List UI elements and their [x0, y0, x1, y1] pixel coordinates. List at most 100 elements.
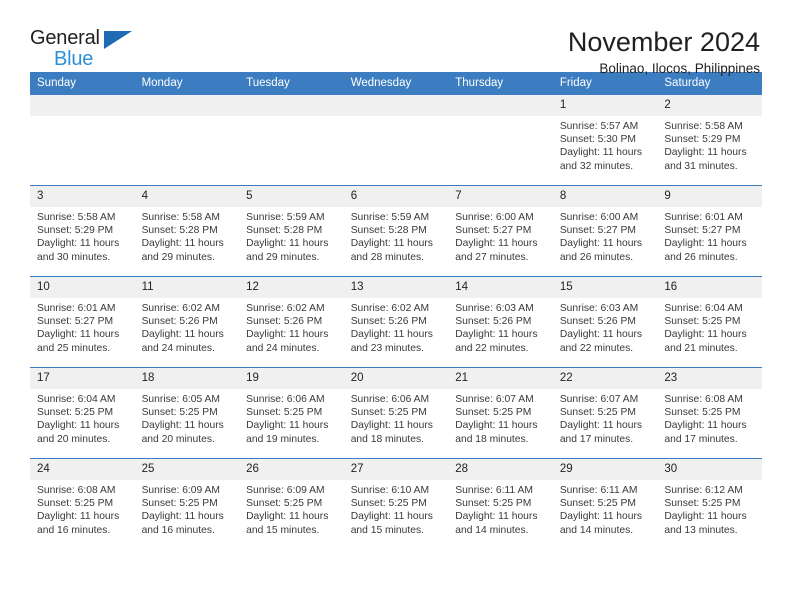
calendar-day-empty	[239, 95, 344, 185]
sunset-text: Sunset: 5:30 PM	[559, 134, 636, 146]
calendar-day[interactable]: 27 Sunrise: 6:10 AM Sunset: 5:25 PM Dayligh…	[343, 459, 449, 549]
calendar-day[interactable]: 22 Sunrise: 6:07 AM Sunset: 5:25 PM Dayligh…	[552, 368, 658, 458]
calendar-day[interactable]: 18 Sunrise: 6:05 AM Sunset: 5:25 PM Dayligh…	[134, 368, 240, 458]
calendar-day[interactable]: 1 Sunrise: 5:57 AM Sunset: 5:30 PM Daylight…	[552, 95, 658, 185]
calendar-cell[interactable]: 1 Sunrise: 5:57 AM Sunset: 5:30 PM Daylight…	[552, 95, 658, 186]
calendar-cell[interactable]	[343, 95, 449, 186]
calendar-day[interactable]: 7 Sunrise: 6:00 AM Sunset: 5:27 PM Daylight…	[448, 186, 553, 276]
calendar-day[interactable]: 15 Sunrise: 6:03 AM Sunset: 5:26 PM Dayligh…	[552, 277, 658, 367]
calendar-day[interactable]: 28 Sunrise: 6:11 AM Sunset: 5:25 PM Dayligh…	[448, 459, 553, 549]
day-number: 20	[343, 368, 449, 389]
calendar-cell[interactable]: 14 Sunrise: 6:03 AM Sunset: 5:26 PM Dayligh…	[448, 276, 553, 368]
calendar-day[interactable]: 4 Sunrise: 5:58 AM Sunset: 5:28 PM Daylight…	[134, 186, 240, 276]
calendar-cell[interactable]: 19 Sunrise: 6:06 AM Sunset: 5:25 PM Dayligh…	[239, 367, 344, 459]
daylight-text-line2: and 16 minutes.	[141, 524, 215, 536]
calendar-cell[interactable]: 30 Sunrise: 6:12 AM Sunset: 5:25 PM Dayligh…	[657, 458, 762, 549]
sunset-text: Sunset: 5:29 PM	[664, 134, 741, 146]
sun-info: Sunrise: 6:00 AM Sunset: 5:27 PM Daylight:…	[448, 207, 553, 264]
calendar-day[interactable]: 17 Sunrise: 6:04 AM Sunset: 5:25 PM Dayligh…	[30, 368, 135, 458]
calendar-day[interactable]: 30 Sunrise: 6:12 AM Sunset: 5:25 PM Dayligh…	[657, 459, 762, 549]
calendar-day[interactable]: 12 Sunrise: 6:02 AM Sunset: 5:26 PM Dayligh…	[239, 277, 344, 367]
calendar-cell[interactable]: 12 Sunrise: 6:02 AM Sunset: 5:26 PM Dayligh…	[239, 276, 344, 368]
calendar-day[interactable]: 24 Sunrise: 6:08 AM Sunset: 5:25 PM Dayligh…	[30, 459, 135, 549]
calendar-day[interactable]: 9 Sunrise: 6:01 AM Sunset: 5:27 PM Daylight…	[657, 186, 762, 276]
calendar-cell[interactable]: 15 Sunrise: 6:03 AM Sunset: 5:26 PM Dayligh…	[552, 276, 658, 368]
sunrise-text: Sunrise: 6:11 AM	[455, 485, 533, 496]
calendar-cell[interactable]: 18 Sunrise: 6:05 AM Sunset: 5:25 PM Dayligh…	[134, 367, 240, 459]
daylight-text-line1: Daylight: 11 hours	[246, 511, 329, 523]
calendar-cell[interactable]: 27 Sunrise: 6:10 AM Sunset: 5:25 PM Dayligh…	[343, 458, 449, 549]
calendar-day[interactable]: 3 Sunrise: 5:58 AM Sunset: 5:29 PM Daylight…	[30, 186, 135, 276]
calendar-day[interactable]: 6 Sunrise: 5:59 AM Sunset: 5:28 PM Daylight…	[343, 186, 449, 276]
calendar-day[interactable]: 8 Sunrise: 6:00 AM Sunset: 5:27 PM Daylight…	[552, 186, 658, 276]
sunrise-text: Sunrise: 6:02 AM	[141, 303, 220, 314]
title-block: November 2024 Bolinao, Ilocos, Philippin…	[568, 26, 762, 80]
calendar-cell[interactable]: 8 Sunrise: 6:00 AM Sunset: 5:27 PM Daylight…	[552, 185, 658, 277]
sunset-text: Sunset: 5:26 PM	[246, 316, 323, 328]
calendar-cell[interactable]: 5 Sunrise: 5:59 AM Sunset: 5:28 PM Daylight…	[239, 185, 344, 277]
calendar-cell[interactable]: 16 Sunrise: 6:04 AM Sunset: 5:25 PM Dayligh…	[657, 276, 762, 368]
calendar-cell[interactable]: 21 Sunrise: 6:07 AM Sunset: 5:25 PM Dayligh…	[448, 367, 553, 459]
calendar-cell[interactable]: 13 Sunrise: 6:02 AM Sunset: 5:26 PM Dayligh…	[343, 276, 449, 368]
calendar-cell[interactable]: 29 Sunrise: 6:11 AM Sunset: 5:25 PM Dayligh…	[552, 458, 658, 549]
calendar-cell[interactable]	[30, 95, 135, 186]
sunset-text: Sunset: 5:27 PM	[664, 225, 741, 237]
daylight-text-line1: Daylight: 11 hours	[246, 329, 329, 341]
daylight-text-line2: and 21 minutes.	[664, 342, 738, 354]
calendar-day[interactable]: 21 Sunrise: 6:07 AM Sunset: 5:25 PM Dayligh…	[448, 368, 553, 458]
calendar-cell[interactable]: 20 Sunrise: 6:06 AM Sunset: 5:25 PM Dayligh…	[343, 367, 449, 459]
calendar-cell[interactable]: 25 Sunrise: 6:09 AM Sunset: 5:25 PM Dayligh…	[134, 458, 240, 549]
calendar-day[interactable]: 29 Sunrise: 6:11 AM Sunset: 5:25 PM Dayligh…	[552, 459, 658, 549]
calendar-cell[interactable]	[448, 95, 553, 186]
calendar-cell[interactable]: 24 Sunrise: 6:08 AM Sunset: 5:25 PM Dayligh…	[30, 458, 135, 549]
day-number: 28	[448, 459, 553, 480]
calendar-cell[interactable]: 9 Sunrise: 6:01 AM Sunset: 5:27 PM Daylight…	[657, 185, 762, 277]
calendar-day[interactable]: 14 Sunrise: 6:03 AM Sunset: 5:26 PM Dayligh…	[448, 277, 553, 367]
calendar-day[interactable]: 26 Sunrise: 6:09 AM Sunset: 5:25 PM Dayligh…	[239, 459, 344, 549]
calendar-day[interactable]: 2 Sunrise: 5:58 AM Sunset: 5:29 PM Daylight…	[657, 95, 762, 185]
sunrise-text: Sunrise: 5:58 AM	[37, 212, 116, 223]
daylight-text-line1: Daylight: 11 hours	[350, 329, 433, 341]
calendar-cell[interactable]: 17 Sunrise: 6:04 AM Sunset: 5:25 PM Dayligh…	[30, 367, 135, 459]
calendar-cell[interactable]: 10 Sunrise: 6:01 AM Sunset: 5:27 PM Dayligh…	[30, 276, 135, 368]
generalblue-logo[interactable]: General Blue	[30, 26, 150, 70]
calendar-day[interactable]: 20 Sunrise: 6:06 AM Sunset: 5:25 PM Dayligh…	[343, 368, 449, 458]
sunset-text: Sunset: 5:25 PM	[664, 498, 741, 510]
day-number: 23	[657, 368, 762, 389]
calendar-day-empty	[448, 95, 553, 185]
calendar-cell[interactable]: 22 Sunrise: 6:07 AM Sunset: 5:25 PM Dayligh…	[552, 367, 658, 459]
calendar-day[interactable]: 16 Sunrise: 6:04 AM Sunset: 5:25 PM Dayligh…	[657, 277, 762, 367]
calendar-cell[interactable]: 4 Sunrise: 5:58 AM Sunset: 5:28 PM Daylight…	[134, 185, 240, 277]
day-number: 17	[30, 368, 135, 389]
calendar-day[interactable]: 11 Sunrise: 6:02 AM Sunset: 5:26 PM Dayligh…	[134, 277, 240, 367]
calendar-day[interactable]: 19 Sunrise: 6:06 AM Sunset: 5:25 PM Dayligh…	[239, 368, 344, 458]
calendar-cell[interactable]: 23 Sunrise: 6:08 AM Sunset: 5:25 PM Dayligh…	[657, 367, 762, 459]
calendar-cell[interactable]: 26 Sunrise: 6:09 AM Sunset: 5:25 PM Dayligh…	[239, 458, 344, 549]
calendar-cell[interactable]: 2 Sunrise: 5:58 AM Sunset: 5:29 PM Daylight…	[657, 95, 762, 186]
sunset-text: Sunset: 5:25 PM	[37, 407, 114, 419]
sunset-text: Sunset: 5:28 PM	[350, 225, 427, 237]
calendar-cell[interactable]: 7 Sunrise: 6:00 AM Sunset: 5:27 PM Daylight…	[448, 185, 553, 277]
sun-info: Sunrise: 6:11 AM Sunset: 5:25 PM Daylight:…	[448, 480, 553, 537]
calendar-day[interactable]: 10 Sunrise: 6:01 AM Sunset: 5:27 PM Dayligh…	[30, 277, 135, 367]
day-number: 26	[239, 459, 344, 480]
calendar-cell[interactable]: 28 Sunrise: 6:11 AM Sunset: 5:25 PM Dayligh…	[448, 458, 553, 549]
calendar-week-row: 3 Sunrise: 5:58 AM Sunset: 5:29 PM Daylight…	[30, 185, 762, 277]
calendar-cell[interactable]: 11 Sunrise: 6:02 AM Sunset: 5:26 PM Dayligh…	[134, 276, 240, 368]
daylight-text-line2: and 24 minutes.	[141, 342, 215, 354]
daylight-text-line1: Daylight: 11 hours	[141, 511, 224, 523]
calendar-cell[interactable]: 6 Sunrise: 5:59 AM Sunset: 5:28 PM Daylight…	[343, 185, 449, 277]
calendar-day[interactable]: 13 Sunrise: 6:02 AM Sunset: 5:26 PM Dayligh…	[343, 277, 449, 367]
day-number: 9	[657, 186, 762, 207]
calendar-cell[interactable]	[239, 95, 344, 186]
calendar-cell[interactable]	[134, 95, 240, 186]
calendar-cell[interactable]: 3 Sunrise: 5:58 AM Sunset: 5:29 PM Daylight…	[30, 185, 135, 277]
daylight-text-line2: and 17 minutes.	[664, 433, 738, 445]
calendar-day[interactable]: 23 Sunrise: 6:08 AM Sunset: 5:25 PM Dayligh…	[657, 368, 762, 458]
sun-info: Sunrise: 6:03 AM Sunset: 5:26 PM Daylight:…	[448, 298, 553, 355]
calendar-day[interactable]: 25 Sunrise: 6:09 AM Sunset: 5:25 PM Dayligh…	[134, 459, 240, 549]
sunrise-text: Sunrise: 6:07 AM	[559, 394, 639, 405]
daylight-text-line2: and 22 minutes.	[455, 342, 529, 354]
calendar-day[interactable]: 5 Sunrise: 5:59 AM Sunset: 5:28 PM Daylight…	[239, 186, 344, 276]
sun-info: Sunrise: 6:03 AM Sunset: 5:26 PM Daylight:…	[553, 298, 658, 355]
